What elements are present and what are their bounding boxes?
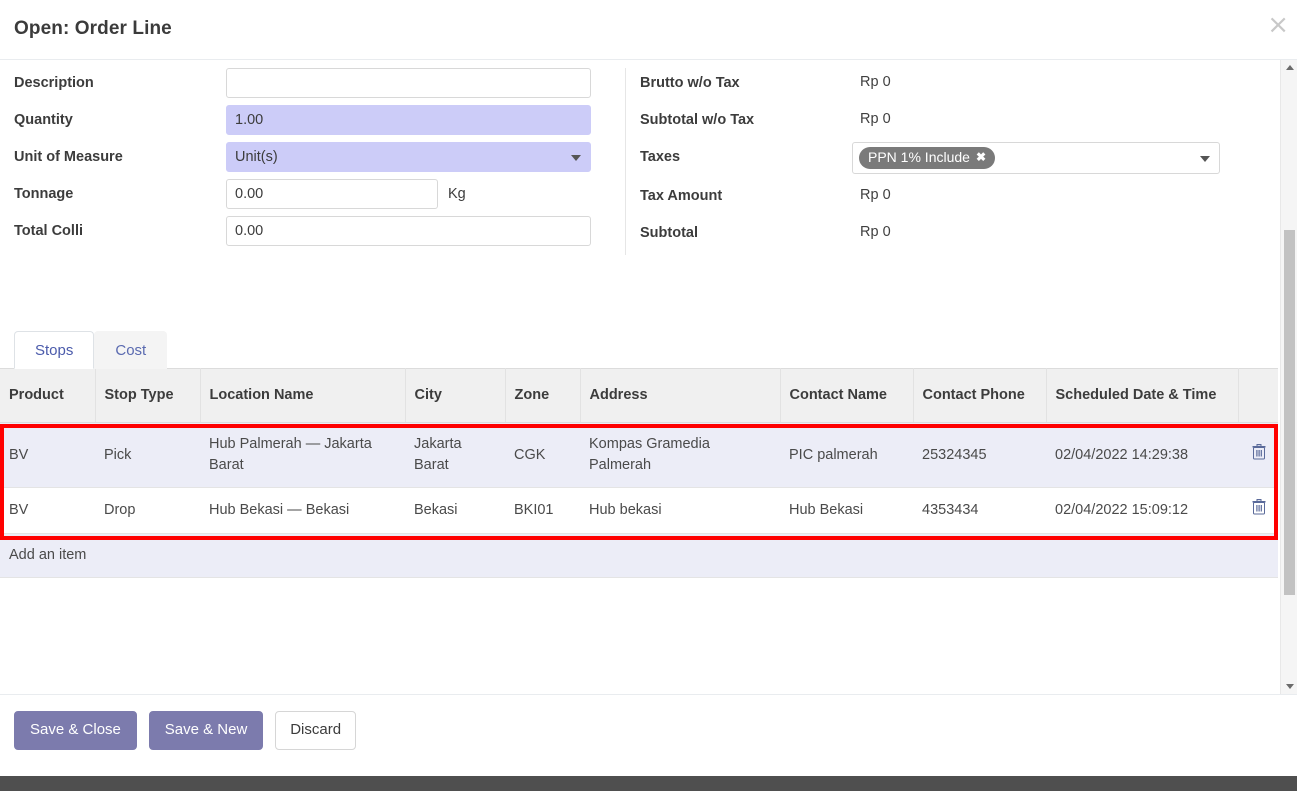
field-tax-amount: Tax Amount Rp 0	[640, 181, 1265, 211]
add-item-link[interactable]: Add an item	[0, 533, 1278, 578]
total-colli-input[interactable]: 0.00	[226, 216, 591, 246]
cell-stop-type[interactable]: Pick	[95, 422, 200, 488]
cell-address[interactable]: Kompas Gramedia Palmerah	[580, 422, 780, 488]
form-sheet: Description Quantity 1.00 Unit of Measur…	[0, 60, 1297, 295]
taxes-tag-input[interactable]: PPN 1% Include ✖	[852, 142, 1220, 174]
cell-city[interactable]: Jakarta Barat	[405, 422, 505, 488]
field-label-subtotal: Subtotal	[640, 225, 698, 241]
cell-product[interactable]: BV	[0, 487, 95, 534]
cell-contact-name[interactable]: PIC palmerah	[780, 422, 913, 488]
field-taxes: Taxes PPN 1% Include ✖	[640, 142, 1265, 174]
cell-stop-type[interactable]: Drop	[95, 487, 200, 534]
tax-tag[interactable]: PPN 1% Include ✖	[859, 147, 996, 169]
cell-contact-phone[interactable]: 25324345	[913, 422, 1046, 488]
form-column-left: Description Quantity 1.00 Unit of Measur…	[0, 68, 625, 255]
cell-product[interactable]: BV	[0, 422, 95, 488]
cell-scheduled-date-time[interactable]: 02/04/2022 15:09:12	[1046, 487, 1238, 534]
field-label-description: Description	[14, 75, 94, 91]
field-total-colli: Total Colli 0.00	[14, 216, 625, 246]
cell-zone[interactable]: CGK	[505, 422, 580, 488]
cell-city[interactable]: Bekasi	[405, 487, 505, 534]
column-header-location-name[interactable]: Location Name	[200, 368, 406, 423]
column-header-contact-phone[interactable]: Contact Phone	[913, 368, 1047, 423]
field-tonnage: Tonnage 0.00 Kg	[14, 179, 625, 209]
cell-address[interactable]: Hub bekasi	[580, 487, 780, 534]
field-label-tax-amount: Tax Amount	[640, 188, 723, 204]
cell-location-name[interactable]: Hub Palmerah — Jakarta Barat	[200, 422, 405, 488]
field-unit-of-measure: Unit of Measure Unit(s)	[14, 142, 625, 172]
column-header-zone[interactable]: Zone	[505, 368, 581, 423]
trash-icon[interactable]	[1252, 443, 1266, 460]
cell-scheduled-date-time[interactable]: 02/04/2022 14:29:38	[1046, 422, 1238, 488]
subtotal-wo-tax-value: Rp 0	[860, 111, 891, 127]
cell-contact-phone[interactable]: 4353434	[913, 487, 1046, 534]
stops-list: Product Stop Type Location Name City Zon…	[0, 368, 1297, 578]
brutto-wo-tax-value: Rp 0	[860, 74, 891, 90]
vertical-scrollbar-thumb[interactable]	[1284, 230, 1295, 595]
field-label-subtotal-wo-tax: Subtotal w/o Tax	[640, 112, 755, 128]
chevron-down-icon[interactable]	[1200, 156, 1210, 162]
cell-location-name[interactable]: Hub Bekasi — Bekasi	[200, 487, 405, 534]
subtotal-value: Rp 0	[860, 224, 891, 240]
column-header-actions	[1238, 368, 1278, 423]
save-and-close-button[interactable]: Save & Close	[14, 711, 137, 750]
scroll-up-arrow-icon[interactable]	[1286, 65, 1294, 70]
stops-table: Product Stop Type Location Name City Zon…	[0, 368, 1278, 578]
field-brutto-wo-tax: Brutto w/o Tax Rp 0	[640, 68, 1265, 98]
field-label-taxes: Taxes	[640, 149, 681, 165]
tax-amount-value: Rp 0	[860, 187, 891, 203]
tab-cost[interactable]: Cost	[94, 331, 168, 369]
tax-tag-remove-icon[interactable]: ✖	[976, 149, 986, 166]
chevron-down-icon	[571, 155, 581, 161]
unit-of-measure-value: Unit(s)	[235, 149, 278, 165]
cell-zone[interactable]: BKI01	[505, 487, 580, 534]
order-line-dialog: Open: Order Line × Description Quantity	[0, 0, 1297, 791]
tonnage-input[interactable]: 0.00	[226, 179, 438, 209]
scroll-down-arrow-icon[interactable]	[1286, 684, 1294, 689]
cell-contact-name[interactable]: Hub Bekasi	[780, 487, 913, 534]
field-subtotal: Subtotal Rp 0	[640, 218, 1265, 248]
add-item-row[interactable]: Add an item	[0, 533, 1278, 578]
bottom-bar	[0, 776, 1297, 791]
close-icon[interactable]: ×	[1267, 12, 1289, 38]
notebook-tabs: Stops Cost	[0, 331, 1297, 369]
field-label-unit-of-measure: Unit of Measure	[14, 149, 123, 165]
tab-stops[interactable]: Stops	[14, 331, 95, 369]
table-row[interactable]: BV Pick Hub Palmerah — Jakarta Barat Jak…	[0, 422, 1278, 488]
column-header-stop-type[interactable]: Stop Type	[95, 368, 201, 423]
column-header-address[interactable]: Address	[580, 368, 781, 423]
table-header-row: Product Stop Type Location Name City Zon…	[0, 368, 1278, 423]
quantity-input[interactable]: 1.00	[226, 105, 591, 135]
table-row[interactable]: BV Drop Hub Bekasi — Bekasi Bekasi BKI01…	[0, 487, 1278, 534]
tax-tag-label: PPN 1% Include	[868, 149, 970, 165]
page-title: Open: Order Line	[14, 18, 172, 39]
column-header-product[interactable]: Product	[0, 368, 96, 423]
discard-button[interactable]: Discard	[275, 711, 357, 750]
description-input[interactable]	[226, 68, 591, 98]
dialog-header: Open: Order Line ×	[0, 0, 1297, 60]
cell-delete[interactable]	[1238, 487, 1278, 534]
field-description: Description	[14, 68, 625, 98]
tonnage-unit-label: Kg	[448, 186, 466, 202]
cell-delete[interactable]	[1238, 422, 1278, 488]
field-quantity: Quantity 1.00	[14, 105, 625, 135]
dialog-body: Description Quantity 1.00 Unit of Measur…	[0, 60, 1297, 694]
form-column-right: Brutto w/o Tax Rp 0 Subtotal w/o Tax Rp …	[625, 68, 1265, 255]
column-header-contact-name[interactable]: Contact Name	[780, 368, 914, 423]
column-header-scheduled-date-time[interactable]: Scheduled Date & Time	[1046, 368, 1239, 423]
vertical-scrollbar[interactable]	[1280, 60, 1297, 694]
field-label-brutto-wo-tax: Brutto w/o Tax	[640, 75, 740, 91]
unit-of-measure-select[interactable]: Unit(s)	[226, 142, 591, 172]
field-label-quantity: Quantity	[14, 112, 73, 128]
field-label-total-colli: Total Colli	[14, 223, 84, 239]
field-subtotal-wo-tax: Subtotal w/o Tax Rp 0	[640, 105, 1265, 135]
trash-icon[interactable]	[1252, 499, 1266, 515]
field-label-tonnage: Tonnage	[14, 186, 74, 202]
column-header-city[interactable]: City	[405, 368, 506, 423]
save-and-new-button[interactable]: Save & New	[148, 711, 264, 750]
dialog-footer: Save & Close Save & New Discard	[0, 694, 1297, 776]
